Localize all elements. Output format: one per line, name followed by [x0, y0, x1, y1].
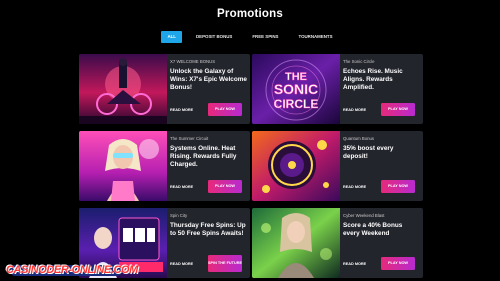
card-subtitle: The Sonic Circle — [343, 59, 375, 64]
read-more-link[interactable]: READ MORE — [170, 185, 193, 189]
promo-card-quantum-bonus: Quantum Bonus 35% boost every deposit! R… — [252, 131, 423, 201]
art-text-sonic: SONIC — [274, 81, 318, 97]
promo-image-sonic-circle: THE SONIC CIRCLE — [252, 54, 340, 124]
card-headline: Systems Online. Heat Rising. Rewards Ful… — [170, 145, 237, 168]
promo-card-summer-circuit: The Summer Circuit Systems Online. Heat … — [79, 131, 250, 201]
tab-deposit-bonus[interactable]: DEPOSIT BONUS — [190, 31, 238, 43]
site-watermark-logo: CASINODER-ONLINE.COM — [0, 259, 138, 281]
play-now-button[interactable]: PLAY NOW — [381, 180, 415, 193]
card-subtitle: Spin City — [170, 213, 188, 218]
tab-tournaments[interactable]: TOURNAMENTS — [292, 31, 338, 43]
card-headline: Echoes Rise. Music Aligns. Rewards Ampli… — [343, 68, 403, 91]
page-title: Promotions — [217, 8, 283, 20]
promo-card-sonic-circle: THE SONIC CIRCLE The Sonic Circle Echoes… — [252, 54, 423, 124]
card-headline: 35% boost every deposit! — [343, 145, 394, 160]
promo-card-cyber-weekend: Cyber Weekend Blast Score a 40% Bonus ev… — [252, 208, 423, 278]
promo-image-biker — [79, 54, 167, 124]
promo-image-roulette — [252, 131, 340, 201]
promo-image-summer-woman — [79, 131, 167, 201]
card-headline: Score a 40% Bonus every Weekend — [343, 222, 403, 237]
card-subtitle: The Summer Circuit — [170, 136, 209, 141]
card-headline: Unlock the Galaxy of Wins: X7's Epic Wel… — [170, 68, 247, 91]
card-subtitle: Quantum Bonus — [343, 136, 375, 141]
card-subtitle: Cyber Weekend Blast — [343, 213, 385, 218]
art-text-circle: CIRCLE — [274, 97, 319, 111]
card-headline: Thursday Free Spins: Up to 50 Free Spins… — [170, 222, 246, 237]
promo-image-cyber-woman — [252, 208, 340, 278]
watermark-text: CASINODER-ONLINE.COM — [6, 264, 138, 276]
card-subtitle: X7 WELCOME BONUS — [170, 59, 216, 64]
play-now-button[interactable]: PLAY NOW — [381, 103, 415, 116]
play-now-button[interactable]: PLAY NOW — [208, 180, 242, 193]
read-more-link[interactable]: READ MORE — [170, 262, 193, 266]
promo-card-x7-welcome: X7 WELCOME BONUS Unlock the Galaxy of Wi… — [79, 54, 250, 124]
read-more-link[interactable]: READ MORE — [343, 185, 366, 189]
tab-free-spins[interactable]: FREE SPINS — [246, 31, 284, 43]
play-now-button[interactable]: PLAY NOW — [208, 103, 242, 116]
spin-the-future-button[interactable]: SPIN THE FUTURE — [208, 255, 242, 272]
read-more-link[interactable]: READ MORE — [343, 262, 366, 266]
play-now-button[interactable]: PLAY NOW — [381, 257, 415, 270]
promotion-filter-tabs: ALL DEPOSIT BONUS FREE SPINS TOURNAMENTS — [0, 31, 500, 43]
read-more-link[interactable]: READ MORE — [170, 108, 193, 112]
tab-all[interactable]: ALL — [161, 31, 182, 43]
read-more-link[interactable]: READ MORE — [343, 108, 366, 112]
